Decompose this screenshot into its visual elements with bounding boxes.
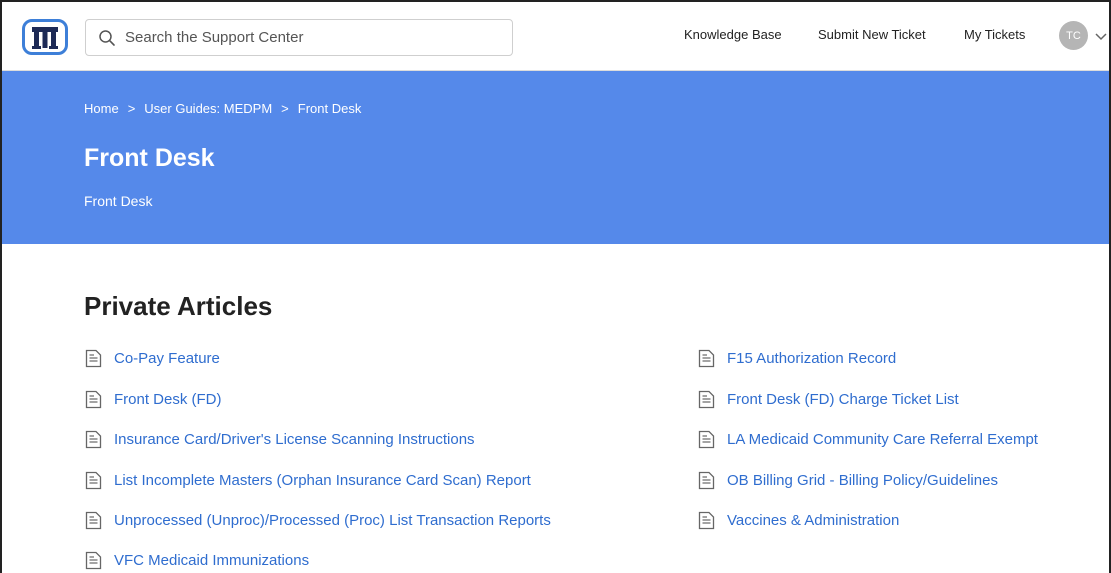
article-link[interactable]: Vaccines & Administration: [697, 509, 899, 531]
document-icon: [84, 348, 102, 368]
document-icon: [84, 389, 102, 409]
page-banner: Home > User Guides: MEDPM > Front Desk Front…: [2, 71, 1109, 244]
breadcrumb: Home > User Guides: MEDPM > Front Desk: [84, 101, 361, 116]
breadcrumb-separator: >: [281, 101, 289, 116]
article-title[interactable]: Unprocessed (Unproc)/Processed (Proc) Li…: [114, 512, 551, 529]
article-link[interactable]: List Incomplete Masters (Orphan Insuranc…: [84, 469, 531, 491]
chevron-down-icon[interactable]: [1094, 29, 1108, 43]
search-icon: [97, 28, 117, 48]
article-link[interactable]: Front Desk (FD): [84, 388, 222, 410]
nav-my-tickets[interactable]: My Tickets: [964, 27, 1025, 42]
article-link[interactable]: OB Billing Grid - Billing Policy/Guideli…: [697, 469, 998, 491]
nav-knowledge-base[interactable]: Knowledge Base: [684, 27, 782, 42]
article-title[interactable]: F15 Authorization Record: [727, 350, 896, 367]
page-title: Front Desk: [84, 144, 215, 172]
document-icon: [84, 429, 102, 449]
article-title[interactable]: Front Desk (FD): [114, 391, 222, 408]
logo-icon: [32, 27, 58, 49]
article-title[interactable]: Vaccines & Administration: [727, 512, 899, 529]
nav-submit-new-ticket[interactable]: Submit New Ticket: [818, 27, 926, 42]
article-link[interactable]: Insurance Card/Driver's License Scanning…: [84, 428, 475, 450]
user-initials: TC: [1066, 29, 1081, 42]
article-link[interactable]: Co-Pay Feature: [84, 347, 220, 369]
search-box[interactable]: [85, 19, 513, 56]
article-link[interactable]: VFC Medicaid Immunizations: [84, 549, 309, 571]
document-icon: [84, 550, 102, 570]
article-title[interactable]: Co-Pay Feature: [114, 350, 220, 367]
breadcrumb-home[interactable]: Home: [84, 101, 119, 116]
article-link[interactable]: Front Desk (FD) Charge Ticket List: [697, 388, 959, 410]
document-icon: [697, 510, 715, 530]
article-link[interactable]: Unprocessed (Unproc)/Processed (Proc) Li…: [84, 509, 551, 531]
article-title[interactable]: Front Desk (FD) Charge Ticket List: [727, 391, 959, 408]
article-title[interactable]: LA Medicaid Community Care Referral Exem…: [727, 431, 1038, 448]
document-icon: [84, 470, 102, 490]
logo[interactable]: [22, 19, 68, 55]
article-link[interactable]: F15 Authorization Record: [697, 347, 896, 369]
document-icon: [697, 389, 715, 409]
search-input[interactable]: [125, 29, 495, 46]
article-link[interactable]: LA Medicaid Community Care Referral Exem…: [697, 428, 1038, 450]
document-icon: [697, 429, 715, 449]
article-title[interactable]: OB Billing Grid - Billing Policy/Guideli…: [727, 472, 998, 489]
page-subtitle: Front Desk: [84, 193, 153, 209]
breadcrumb-user-guides[interactable]: User Guides: MEDPM: [144, 101, 272, 116]
article-title[interactable]: VFC Medicaid Immunizations: [114, 552, 309, 569]
section-title: Private Articles: [84, 291, 273, 321]
top-navigation-bar: Knowledge Base Submit New Ticket My Tick…: [2, 2, 1109, 71]
user-avatar[interactable]: TC: [1059, 21, 1088, 50]
document-icon: [697, 348, 715, 368]
breadcrumb-separator: >: [127, 101, 136, 116]
breadcrumb-current: Front Desk: [297, 101, 362, 116]
article-title[interactable]: Insurance Card/Driver's License Scanning…: [114, 431, 475, 448]
app-window: Knowledge Base Submit New Ticket My Tick…: [0, 0, 1111, 573]
article-title[interactable]: List Incomplete Masters (Orphan Insuranc…: [114, 472, 531, 489]
document-icon: [697, 470, 715, 490]
document-icon: [84, 510, 102, 530]
